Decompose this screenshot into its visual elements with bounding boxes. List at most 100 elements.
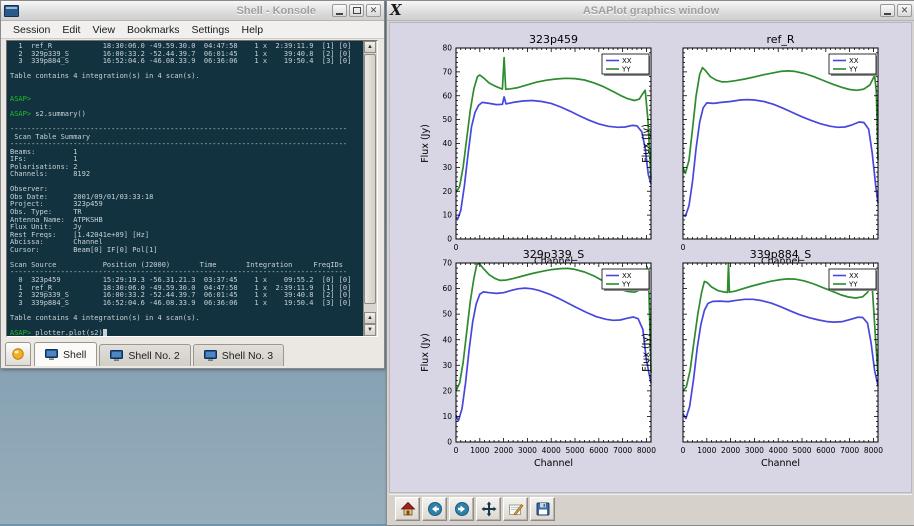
save-button[interactable] [530, 497, 555, 521]
scroll-up-icon[interactable]: ▲ [364, 41, 376, 53]
asaplot-window-title: ASAPlot graphics window [387, 5, 914, 17]
scrollbar-thumb[interactable] [364, 54, 376, 304]
tab-shell[interactable]: Shell [34, 342, 97, 366]
asaplot-window: X ASAPlot graphics window ✕ 001020304050… [386, 0, 914, 526]
close-button[interactable]: ✕ [366, 4, 381, 17]
svg-text:70: 70 [442, 67, 452, 76]
terminal-frame: 1 ref_R 18:30:06.0 -49.59.30.0 04:47:58 … [6, 40, 378, 337]
svg-text:20: 20 [442, 386, 452, 395]
svg-text:Flux (Jy): Flux (Jy) [641, 333, 652, 372]
svg-text:5000: 5000 [792, 446, 811, 455]
svg-text:2000: 2000 [721, 446, 740, 455]
svg-text:0: 0 [454, 446, 459, 455]
svg-text:329p339_S: 329p339_S [523, 248, 584, 261]
menu-settings[interactable]: Settings [186, 23, 236, 37]
svg-text:Channel: Channel [534, 458, 573, 469]
svg-text:60: 60 [442, 91, 452, 100]
svg-text:Flux (Jy): Flux (Jy) [420, 124, 431, 163]
svg-text:40: 40 [442, 139, 452, 148]
svg-text:50: 50 [442, 115, 452, 124]
svg-text:20: 20 [442, 187, 452, 196]
scroll-down-icon[interactable]: ▼ [364, 324, 376, 336]
svg-text:2000: 2000 [494, 446, 513, 455]
svg-text:XX: XX [622, 272, 632, 280]
customize-icon [508, 501, 524, 517]
svg-text:Flux (Jy): Flux (Jy) [420, 333, 431, 372]
terminal-scrollbar[interactable]: ▲ ▲ ▼ [363, 41, 377, 336]
menu-edit[interactable]: Edit [56, 23, 86, 37]
maximize-button[interactable] [349, 4, 364, 17]
svg-text:7000: 7000 [840, 446, 859, 455]
svg-text:40: 40 [442, 335, 452, 344]
menu-session[interactable]: Session [7, 23, 56, 37]
svg-text:1000: 1000 [470, 446, 489, 455]
minimize-button[interactable] [332, 4, 347, 17]
svg-text:323p459: 323p459 [529, 33, 578, 46]
chart-329p339-S[interactable]: 0100020003000400050006000700080000102030… [417, 246, 662, 501]
tab-shell-no-2[interactable]: Shell No. 2 [99, 344, 190, 366]
svg-text:30: 30 [442, 163, 452, 172]
minimize-button[interactable] [880, 4, 895, 17]
close-button[interactable]: ✕ [897, 4, 912, 17]
scroll-up2-icon[interactable]: ▲ [364, 312, 376, 324]
svg-text:YY: YY [621, 66, 631, 74]
svg-text:ref_R: ref_R [766, 33, 794, 46]
chart-339p884-S[interactable]: 010002000300040005000600070008000339p884… [644, 246, 889, 501]
svg-text:3000: 3000 [745, 446, 764, 455]
pan-button[interactable] [476, 497, 501, 521]
asaplot-titlebar[interactable]: X ASAPlot graphics window ✕ [387, 1, 914, 21]
svg-text:4000: 4000 [542, 446, 561, 455]
svg-text:1000: 1000 [697, 446, 716, 455]
svg-text:80: 80 [442, 44, 452, 53]
legend: XXYY [829, 269, 878, 291]
svg-text:7000: 7000 [613, 446, 632, 455]
svg-text:10: 10 [442, 412, 452, 421]
konsole-app-icon [4, 5, 19, 17]
forward-button[interactable] [449, 497, 474, 521]
plot-toolbar [389, 494, 912, 522]
legend: XXYY [829, 54, 878, 76]
shell-icon [204, 350, 217, 361]
home-button[interactable] [395, 497, 420, 521]
svg-text:10: 10 [442, 211, 452, 220]
back-arrow-icon [427, 501, 443, 517]
svg-text:0: 0 [681, 446, 686, 455]
svg-text:YY: YY [848, 281, 858, 289]
svg-text:XX: XX [622, 57, 632, 65]
pan-move-icon [481, 501, 497, 517]
konsole-titlebar[interactable]: Shell - Konsole ✕ [1, 1, 384, 21]
svg-text:0: 0 [447, 438, 452, 447]
customize-button[interactable] [503, 497, 528, 521]
shell-icon [45, 349, 58, 360]
menu-bar: SessionEditViewBookmarksSettingsHelp [1, 21, 384, 39]
menu-view[interactable]: View [86, 23, 121, 37]
new-session-button[interactable] [5, 342, 31, 366]
svg-text:30: 30 [442, 361, 452, 370]
svg-text:6000: 6000 [589, 446, 608, 455]
svg-text:6000: 6000 [816, 446, 835, 455]
svg-text:XX: XX [849, 272, 859, 280]
svg-text:8000: 8000 [864, 446, 883, 455]
menu-help[interactable]: Help [236, 23, 270, 37]
konsole-window: Shell - Konsole ✕ SessionEditViewBookmar… [0, 0, 385, 369]
svg-text:YY: YY [621, 281, 631, 289]
svg-text:Flux (Jy): Flux (Jy) [641, 124, 652, 163]
svg-text:60: 60 [442, 284, 452, 293]
svg-text:5000: 5000 [565, 446, 584, 455]
menu-bookmarks[interactable]: Bookmarks [121, 23, 186, 37]
save-floppy-icon [535, 501, 551, 517]
svg-text:50: 50 [442, 310, 452, 319]
svg-text:70: 70 [442, 259, 452, 268]
konsole-window-title: Shell - Konsole [237, 5, 316, 17]
back-button[interactable] [422, 497, 447, 521]
terminal-output[interactable]: 1 ref_R 18:30:06.0 -49.59.30.0 04:47:58 … [7, 41, 363, 336]
new-session-icon [11, 347, 25, 361]
svg-text:Channel: Channel [761, 458, 800, 469]
tab-bar: ShellShell No. 2Shell No. 3 [1, 341, 384, 366]
svg-text:0: 0 [447, 235, 452, 244]
svg-text:339p884_S: 339p884_S [750, 248, 811, 261]
home-icon [400, 501, 416, 517]
svg-text:3000: 3000 [518, 446, 537, 455]
svg-text:XX: XX [849, 57, 859, 65]
tab-shell-no-3[interactable]: Shell No. 3 [193, 344, 284, 366]
